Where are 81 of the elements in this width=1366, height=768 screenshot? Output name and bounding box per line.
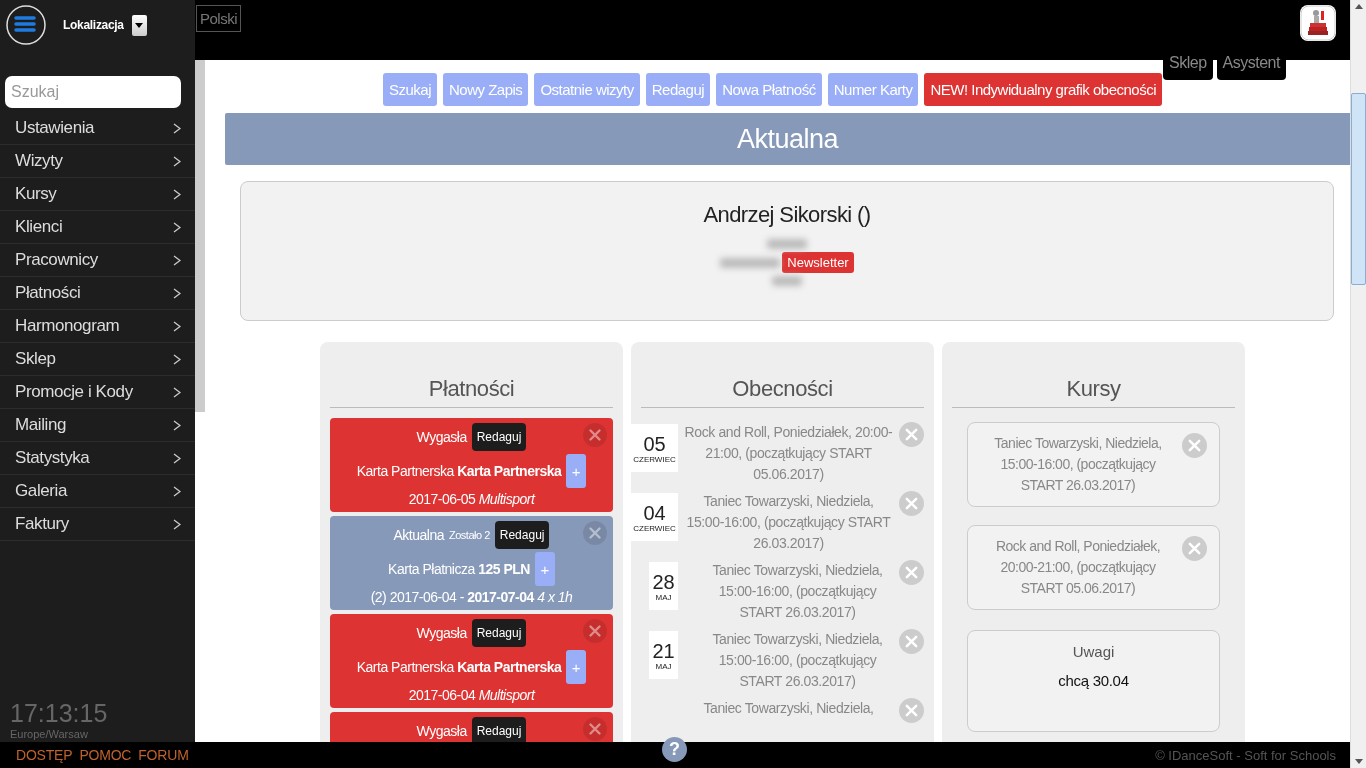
course-text: Rock and Roll, Poniedziałek, 20:00-21:00, (początkujący START 05.06.2017)	[994, 537, 1162, 598]
footer-link[interactable]: POMOC	[79, 747, 132, 763]
close-icon[interactable]	[899, 422, 924, 447]
chevron-icon	[173, 320, 181, 332]
location-label: Lokalizacja	[63, 18, 124, 32]
card-type: Karta Partnerska Karta Partnerska	[356, 659, 562, 675]
close-icon[interactable]	[583, 717, 607, 741]
reader-avatar-icon[interactable]	[1300, 5, 1336, 41]
blurred-text	[720, 257, 781, 268]
copyright-text: © IDanceSoft - Soft for Schools	[1155, 747, 1336, 763]
section-header: Aktualna	[225, 113, 1350, 165]
chevron-icon	[173, 419, 181, 431]
blurred-text	[767, 239, 807, 249]
page-scrollbar[interactable]	[1350, 0, 1366, 768]
date-day: 05	[643, 432, 666, 455]
payment-dates: 2017-06-04 Multisport	[408, 687, 535, 703]
chevron-icon	[173, 221, 181, 233]
panel-title: Obecności	[641, 376, 924, 408]
chevron-icon	[173, 353, 181, 365]
payment-status: Wygasła	[416, 723, 467, 739]
attendance-text: Taniec Towarzyski, Niedziela, 15:00-16:00, (początkujący START 26.03.2017)	[711, 630, 884, 691]
scroll-thumb[interactable]	[1351, 93, 1366, 285]
newsletter-badge: Newsletter	[782, 252, 854, 273]
date-day: 28	[652, 570, 675, 593]
remaining-note: Zostało 2	[449, 529, 490, 541]
payment-dates: 2017-06-05 Multisport	[408, 491, 535, 507]
close-icon[interactable]	[899, 560, 924, 585]
attendance-text: Taniec Towarzyski, Niedziela, 15:00-16:00, (początkujący START 26.03.2017)	[711, 561, 884, 622]
client-name: Andrzej Sikorski ()	[703, 202, 871, 228]
course-text: Taniec Towarzyski, Niedziela, 15:00-16:00, (początkujący START 26.03.2017)	[993, 434, 1163, 495]
close-icon[interactable]	[899, 491, 924, 516]
language-selector[interactable]: Polski	[196, 5, 241, 32]
chevron-icon	[173, 386, 181, 398]
footer-link[interactable]: FORUM	[138, 747, 189, 763]
chevron-icon	[173, 188, 181, 200]
attendance-text: Rock and Roll, Poniedziałek, 20:00-21:00, (początkujący START 05.06.2017)	[684, 423, 893, 484]
close-icon[interactable]	[899, 629, 924, 654]
chevron-icon	[173, 287, 181, 299]
blurred-text	[772, 276, 802, 286]
close-icon[interactable]	[1182, 433, 1207, 458]
location-dropdown[interactable]	[131, 14, 147, 36]
chevron-icon	[173, 254, 181, 266]
card-type: Karta Partnerska Karta Partnerska	[356, 463, 562, 479]
date-month: MAJ	[655, 661, 672, 671]
chevron-icon	[173, 452, 181, 464]
search-field[interactable]: Szukaj	[5, 76, 181, 108]
close-icon[interactable]	[583, 423, 607, 447]
date-month: CZERWIEC	[633, 523, 676, 533]
action-button[interactable]: NEW! Indywidualny grafik obecności	[924, 73, 1162, 106]
payment-status: Aktualna	[393, 527, 444, 543]
notes-title: Uwagi	[1072, 643, 1115, 660]
payment-dates: (2) 2017-06-04 - 2017-07-04 4 x 1h	[370, 589, 573, 605]
attendance-text: Taniec Towarzyski, Niedziela, 15:00-16:00, (początkujący START 26.03.2017)	[685, 492, 892, 553]
close-icon[interactable]	[583, 619, 607, 643]
payment-status: Wygasła	[416, 429, 467, 445]
date-month: CZERWIEC	[633, 454, 676, 464]
footer-link[interactable]: DOSTĘP	[16, 747, 73, 763]
panel-title: Płatności	[330, 376, 613, 408]
date-month: MAJ	[655, 592, 672, 602]
sidebar-scrollbar[interactable]	[195, 60, 205, 412]
panel-title: Kursy	[952, 376, 1235, 408]
date-day: 21	[652, 639, 675, 662]
date-day: 04	[643, 501, 666, 524]
edit-button[interactable]: Redaguj	[494, 521, 550, 549]
close-icon[interactable]	[1182, 536, 1207, 561]
time-zone: Europe/Warsaw	[10, 728, 89, 740]
chevron-icon	[173, 122, 181, 134]
chevron-icon	[173, 155, 181, 167]
close-icon[interactable]	[583, 521, 607, 545]
card-type: Karta Płatnicza 125 PLN	[388, 561, 530, 577]
edit-button[interactable]: Redaguj	[471, 717, 527, 742]
attendance-text: Taniec Towarzyski, Niedziela,	[702, 699, 875, 718]
clock-time: 17:13:15	[10, 699, 109, 728]
chevron-icon	[173, 518, 181, 530]
caret-icon	[135, 22, 144, 28]
notes-text: chcą 30.04	[1058, 672, 1129, 689]
close-icon[interactable]	[899, 698, 924, 723]
edit-button[interactable]: Redaguj	[471, 423, 527, 451]
edit-button[interactable]: Redaguj	[471, 619, 527, 647]
payment-status: Wygasła	[416, 625, 467, 641]
chevron-icon	[173, 485, 181, 497]
